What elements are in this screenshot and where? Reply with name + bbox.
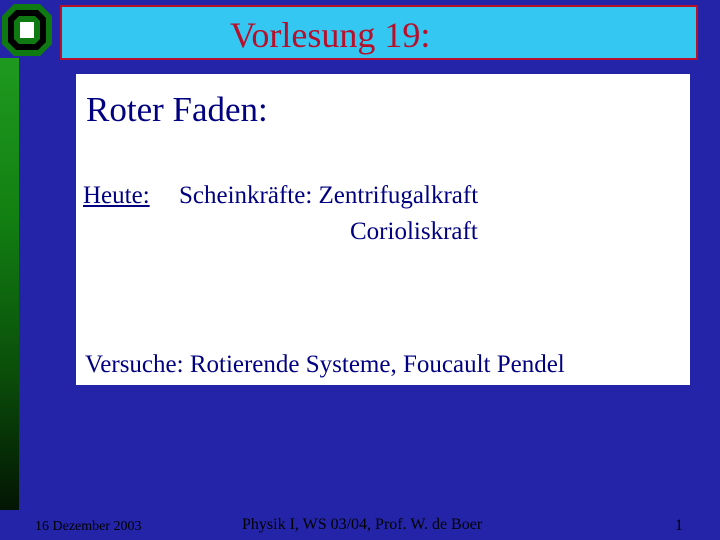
footer-date: 16 Dezember 2003	[35, 519, 142, 534]
footer-course: Physik I, WS 03/04, Prof. W. de Boer	[242, 516, 483, 533]
title-box: Vorlesung 19:	[60, 5, 698, 60]
sidebar-green-bar	[0, 58, 19, 510]
heute-topic-1: Scheinkräfte: Zentrifugalkraft	[179, 182, 479, 209]
content-box: Roter Faden: Heute: Scheinkräfte: Zentri…	[76, 74, 690, 385]
heute-label: Heute:	[83, 182, 150, 209]
heute-topic-2: Corioliskraft	[350, 218, 478, 245]
university-logo-icon	[2, 4, 52, 56]
slide-title: Vorlesung 19:	[230, 15, 431, 55]
content-heading: Roter Faden:	[86, 90, 268, 129]
page-number: 1	[675, 517, 683, 534]
versuche-line: Versuche: Rotierende Systeme, Foucault P…	[85, 351, 565, 378]
